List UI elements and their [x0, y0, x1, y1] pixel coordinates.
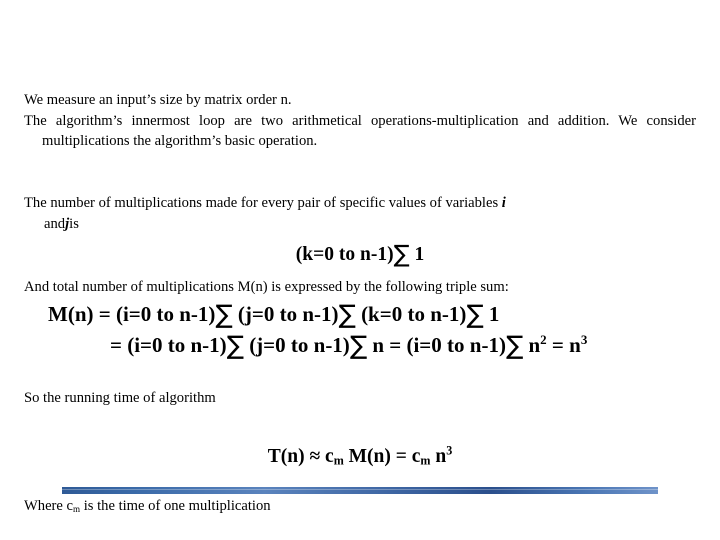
formula-4-subscript-m2: m: [420, 453, 431, 468]
paragraph-multiplications-pair: The number of multiplications made for e…: [24, 193, 696, 234]
formula-sum-reduction: = (i=0 to n-1)∑ (j=0 to n-1)∑ n = (i=0 t…: [110, 331, 588, 361]
formula-1-body: 1: [414, 244, 425, 265]
paragraph-2-text-before: The number of multiplications made for e…: [24, 195, 502, 211]
paragraph-5-subscript-m: m: [73, 503, 81, 514]
formula-4-exponent-3: 3: [446, 443, 453, 458]
formula-2-body: 1: [483, 302, 500, 326]
formula-3-bound-i2: (i=0 to n-1): [406, 333, 506, 357]
formula-2-lhs: M(n) =: [48, 302, 116, 326]
formula-4-mn: M(n) = c: [343, 446, 421, 467]
formula-4-subscript-m1: m: [333, 453, 344, 468]
formula-single-sum: (k=0 to n-1)∑ 1: [0, 242, 720, 266]
paragraph-3-text: And total number of multiplications M(n)…: [24, 279, 509, 295]
paragraph-5-text-after: is the time of one multiplication: [80, 498, 271, 514]
sigma-icon: ∑: [226, 331, 244, 361]
formula-3-bound-j: (j=0 to n-1): [243, 333, 350, 357]
formula-4-tn: T(n) ≈ c: [267, 446, 334, 467]
paragraph-2-text-after: is: [69, 215, 79, 232]
paragraph-1-line-1: We measure an input’s size by matrix ord…: [24, 92, 292, 108]
formula-3-mid: n =: [367, 333, 407, 357]
paragraph-cm-definition: Where cm is the time of one multiplicati…: [24, 496, 696, 517]
sigma-icon: ∑: [466, 300, 484, 330]
sigma-icon: ∑: [349, 331, 368, 361]
formula-running-time: T(n) ≈ cm M(n) = cm n3: [0, 443, 720, 468]
paragraph-2-text-middle: and: [44, 215, 66, 232]
sigma-icon: ∑: [215, 300, 233, 330]
sigma-icon: ∑: [393, 240, 410, 268]
paragraph-4-text: So the running time of algorithm: [24, 390, 216, 406]
formula-triple-sum: M(n) = (i=0 to n-1)∑ (j=0 to n-1)∑ (k=0 …: [48, 300, 500, 330]
paragraph-2-line: The number of multiplications made for e…: [24, 193, 696, 234]
formula-3-exponent-3: 3: [580, 332, 588, 347]
variable-i: i: [501, 195, 506, 211]
formula-2-bound-j: (j=0 to n-1): [232, 302, 339, 326]
formula-3-equals: = n: [546, 333, 581, 357]
formula-2-bound-i: (i=0 to n-1): [115, 302, 216, 326]
paragraph-triple-sum-intro: And total number of multiplications M(n)…: [24, 277, 696, 298]
paragraph-2-line-2: andjis: [42, 214, 696, 235]
paragraph-1-line-2: The algorithm’s innermost loop are two a…: [24, 112, 696, 150]
formula-3-bound-i: (i=0 to n-1): [127, 333, 227, 357]
sigma-icon: ∑: [505, 331, 524, 361]
formula-2-bound-k: (k=0 to n-1): [355, 302, 467, 326]
formula-1-bounds: (k=0 to n-1): [295, 244, 394, 265]
paragraph-input-size: We measure an input’s size by matrix ord…: [24, 90, 696, 152]
paragraph-running-time: So the running time of algorithm: [24, 388, 696, 409]
formula-3-base-n: n: [523, 333, 541, 357]
formula-4-base-n: n: [430, 446, 447, 467]
paragraph-5-text-before: Where c: [24, 498, 74, 514]
sigma-icon: ∑: [338, 300, 356, 330]
decorative-divider-bar: [62, 487, 658, 494]
slide-canvas: We measure an input’s size by matrix ord…: [0, 0, 720, 540]
formula-3-lhs: =: [110, 333, 128, 357]
